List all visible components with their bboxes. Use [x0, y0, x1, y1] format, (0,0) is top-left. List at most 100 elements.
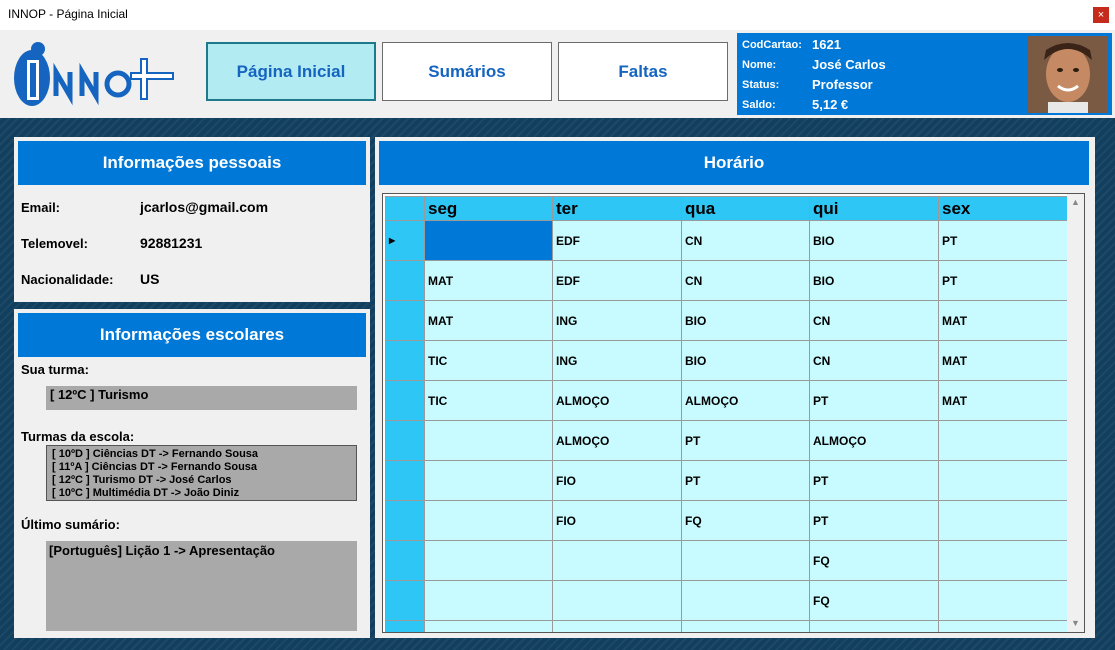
schedule-cell[interactable]: FQ	[809, 580, 939, 621]
table-row[interactable]: ▶ EDF CN BIO PT	[385, 220, 1068, 261]
schedule-cell[interactable]	[424, 420, 553, 461]
close-icon[interactable]: ×	[1093, 7, 1109, 23]
schedule-cell[interactable]: PT	[938, 260, 1068, 301]
column-header-ter[interactable]: ter	[552, 196, 682, 221]
turmas-listbox[interactable]: [ 10ºD ] Ciências DT -> Fernando Sousa […	[46, 445, 357, 501]
schedule-cell[interactable]: ALMOÇO	[552, 380, 682, 421]
schedule-cell[interactable]: BIO	[809, 220, 939, 261]
schedule-cell[interactable]: EDF	[552, 220, 682, 261]
row-header[interactable]	[385, 460, 425, 501]
table-row[interactable]: FQ	[385, 540, 1068, 581]
row-header[interactable]	[385, 500, 425, 541]
schedule-cell[interactable]	[938, 620, 1068, 632]
schedule-cell[interactable]: BIO	[681, 340, 810, 381]
schedule-cell[interactable]: PT	[809, 460, 939, 501]
schedule-cell[interactable]	[424, 220, 553, 261]
schedule-cell[interactable]: PT	[938, 220, 1068, 261]
current-row-indicator[interactable]: ▶	[385, 220, 425, 261]
schedule-cell[interactable]	[424, 540, 553, 581]
row-header[interactable]	[385, 620, 425, 632]
row-header[interactable]	[385, 380, 425, 421]
schedule-cell[interactable]	[938, 540, 1068, 581]
row-header[interactable]	[385, 340, 425, 381]
schedule-cell[interactable]: PT	[809, 500, 939, 541]
table-row[interactable]: FIO PT PT	[385, 460, 1068, 501]
schedule-cell[interactable]	[681, 620, 810, 632]
schedule-cell[interactable]	[552, 580, 682, 621]
row-header[interactable]	[385, 260, 425, 301]
list-item[interactable]: [ 11ºA ] Ciências DT -> Fernando Sousa	[52, 461, 351, 474]
scroll-up-icon[interactable]: ▲	[1067, 194, 1084, 211]
schedule-cell[interactable]: CN	[809, 340, 939, 381]
tab-faltas[interactable]: Faltas	[558, 42, 728, 101]
schedule-cell[interactable]: ING	[552, 340, 682, 381]
schedule-cell[interactable]: MAT	[938, 300, 1068, 341]
telemovel-label: Telemovel:	[21, 236, 88, 251]
scroll-down-icon[interactable]: ▼	[1067, 615, 1084, 632]
schedule-cell[interactable]	[938, 460, 1068, 501]
schedule-cell[interactable]: BIO	[809, 260, 939, 301]
schedule-cell[interactable]	[681, 580, 810, 621]
email-value: jcarlos@gmail.com	[140, 199, 269, 215]
schedule-cell[interactable]: ALMOÇO	[681, 380, 810, 421]
column-header-qui[interactable]: qui	[809, 196, 939, 221]
table-row[interactable]: TIC ALMOÇO ALMOÇO PT MAT	[385, 380, 1068, 421]
schedule-cell[interactable]	[681, 540, 810, 581]
schedule-cell[interactable]: FIO	[552, 460, 682, 501]
schedule-cell[interactable]	[424, 500, 553, 541]
vertical-scrollbar[interactable]: ▲ ▼	[1067, 194, 1084, 632]
ultimo-sumario-field: [Português] Lição 1 -> Apresentação	[46, 541, 357, 631]
schedule-cell[interactable]: PT	[681, 460, 810, 501]
row-header[interactable]	[385, 580, 425, 621]
schedule-cell[interactable]: CN	[809, 300, 939, 341]
schedule-cell[interactable]: FQ	[681, 500, 810, 541]
schedule-cell[interactable]: FQ	[809, 540, 939, 581]
tab-pagina-inicial[interactable]: Página Inicial	[206, 42, 376, 101]
schedule-cell[interactable]	[424, 580, 553, 621]
schedule-cell[interactable]: CN	[681, 220, 810, 261]
schedule-cell[interactable]	[424, 620, 553, 632]
table-row[interactable]: FQ	[385, 580, 1068, 621]
schedule-cell[interactable]	[938, 580, 1068, 621]
schedule-cell[interactable]: ING	[552, 300, 682, 341]
column-header-seg[interactable]: seg	[424, 196, 553, 221]
column-header-qua[interactable]: qua	[681, 196, 810, 221]
schedule-cell[interactable]	[809, 620, 939, 632]
row-header[interactable]	[385, 300, 425, 341]
schedule-cell[interactable]: MAT	[938, 380, 1068, 421]
schedule-cell[interactable]	[552, 540, 682, 581]
schedule-cell[interactable]: EDF	[552, 260, 682, 301]
table-row[interactable]: TIC ING BIO CN MAT	[385, 340, 1068, 381]
row-header[interactable]	[385, 420, 425, 461]
schedule-cell[interactable]: MAT	[938, 340, 1068, 381]
schedule-cell[interactable]: MAT	[424, 260, 553, 301]
list-item[interactable]: [ 12ºC ] Turismo DT -> José Carlos	[52, 474, 351, 487]
column-header-sex[interactable]: sex	[938, 196, 1068, 221]
schedule-cell[interactable]: CN	[681, 260, 810, 301]
schedule-cell[interactable]: ALMOÇO	[809, 420, 939, 461]
schedule-cell[interactable]	[424, 460, 553, 501]
table-row[interactable]	[385, 620, 1068, 632]
schedule-cell[interactable]	[938, 500, 1068, 541]
schedule-cell[interactable]: PT	[809, 380, 939, 421]
schedule-cell[interactable]: ALMOÇO	[552, 420, 682, 461]
schedule-cell[interactable]	[552, 620, 682, 632]
table-row[interactable]: FIO FQ PT	[385, 500, 1068, 541]
schedule-cell[interactable]: TIC	[424, 380, 553, 421]
schedule-title: Horário	[379, 141, 1089, 185]
schedule-cell[interactable]: MAT	[424, 300, 553, 341]
schedule-cell[interactable]: PT	[681, 420, 810, 461]
schedule-cell[interactable]	[938, 420, 1068, 461]
list-item[interactable]: [ 10ºC ] Multimédia DT -> João Diniz	[52, 487, 351, 500]
schedule-cell[interactable]: TIC	[424, 340, 553, 381]
table-row[interactable]: MAT ING BIO CN MAT	[385, 300, 1068, 341]
list-item[interactable]: [ 10ºD ] Ciências DT -> Fernando Sousa	[52, 448, 351, 461]
schedule-cell[interactable]: FIO	[552, 500, 682, 541]
table-row[interactable]: MAT EDF CN BIO PT	[385, 260, 1068, 301]
avatar	[1028, 36, 1108, 113]
schedule-cell[interactable]: BIO	[681, 300, 810, 341]
table-row[interactable]: ALMOÇO PT ALMOÇO	[385, 420, 1068, 461]
tab-sumarios[interactable]: Sumários	[382, 42, 552, 101]
schedule-grid[interactable]: seg ter qua qui sex ▶ EDF CN BIO PT MAT EDF CN B…	[382, 193, 1085, 633]
row-header[interactable]	[385, 540, 425, 581]
